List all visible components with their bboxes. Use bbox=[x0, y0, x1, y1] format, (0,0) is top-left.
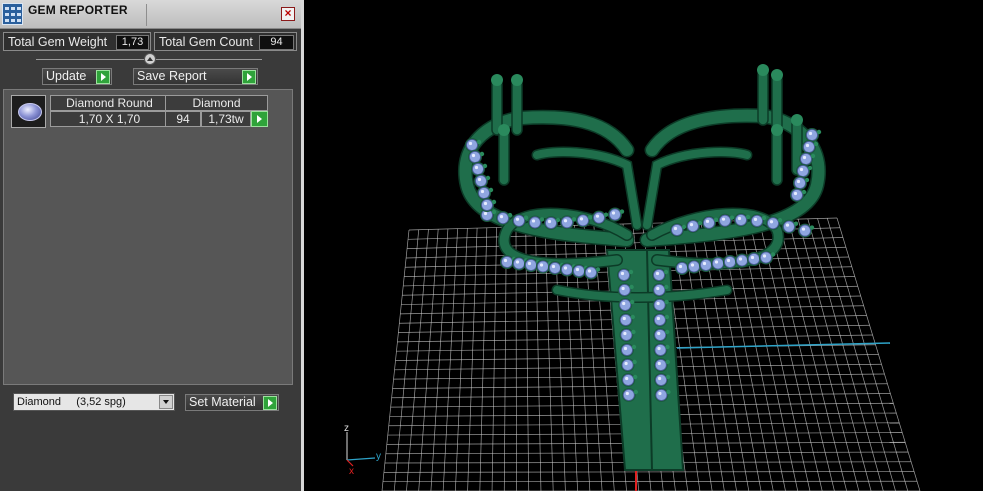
gem-shape-header: Diamond Round bbox=[50, 95, 169, 111]
save-report-button-label: Save Report bbox=[137, 69, 207, 83]
title-bar: GEM REPORTER × bbox=[0, 0, 301, 29]
total-gem-weight-label: Total Gem Weight bbox=[8, 35, 108, 49]
update-button[interactable]: Update bbox=[42, 68, 112, 85]
y-axis-line bbox=[676, 342, 891, 349]
play-arrow-icon bbox=[242, 70, 256, 84]
total-gem-weight-box: Total Gem Weight 1,73 bbox=[3, 32, 151, 51]
total-gem-count-box: Total Gem Count 94 bbox=[154, 32, 297, 51]
3d-viewport[interactable]: z y x bbox=[307, 0, 983, 491]
round-diamond-icon bbox=[11, 95, 46, 128]
gem-reporter-panel: GEM REPORTER × Total Gem Weight 1,73 Tot… bbox=[0, 0, 304, 491]
total-gem-count-value: 94 bbox=[259, 35, 294, 50]
window-title: GEM REPORTER bbox=[28, 3, 128, 17]
gem-list[interactable]: Diamond Round Diamond 1,70 X 1,70 94 1,7… bbox=[3, 89, 293, 385]
gem-reporter-app-icon bbox=[2, 3, 23, 25]
y-axis-label: y bbox=[376, 451, 381, 462]
x-axis-label: x bbox=[349, 466, 354, 477]
gem-row-select-button[interactable] bbox=[251, 111, 268, 127]
gem-size-cell: 1,70 X 1,70 bbox=[50, 111, 169, 127]
save-report-button[interactable]: Save Report bbox=[133, 68, 258, 85]
gem-count-cell: 94 bbox=[165, 111, 201, 127]
z-axis-label: z bbox=[344, 423, 349, 434]
play-arrow-icon bbox=[263, 396, 277, 410]
gem-list-item[interactable]: Diamond Round Diamond 1,70 X 1,70 94 1,7… bbox=[10, 95, 268, 129]
set-material-button[interactable]: Set Material bbox=[185, 394, 279, 411]
play-arrow-icon bbox=[257, 115, 262, 123]
ring-model bbox=[457, 64, 827, 471]
update-button-label: Update bbox=[46, 69, 87, 83]
play-arrow-icon bbox=[96, 70, 110, 84]
chevron-down-icon[interactable] bbox=[159, 395, 173, 409]
material-dropdown-value: Diamond (3,52 spg) bbox=[17, 396, 126, 408]
total-gem-weight-value: 1,73 bbox=[116, 35, 149, 50]
material-dropdown[interactable]: Diamond (3,52 spg) bbox=[13, 393, 175, 411]
set-material-button-label: Set Material bbox=[189, 395, 256, 409]
3d-scene: z y x bbox=[344, 64, 921, 491]
total-gem-count-label: Total Gem Count bbox=[159, 35, 253, 49]
gem-weight-cell: 1,73tw bbox=[201, 111, 251, 127]
title-divider bbox=[146, 4, 147, 26]
gem-material-header: Diamond bbox=[165, 95, 268, 111]
close-button[interactable]: × bbox=[281, 7, 295, 21]
panel-collapse-handle[interactable] bbox=[144, 53, 156, 65]
axis-gizmo: z y x bbox=[344, 423, 381, 477]
